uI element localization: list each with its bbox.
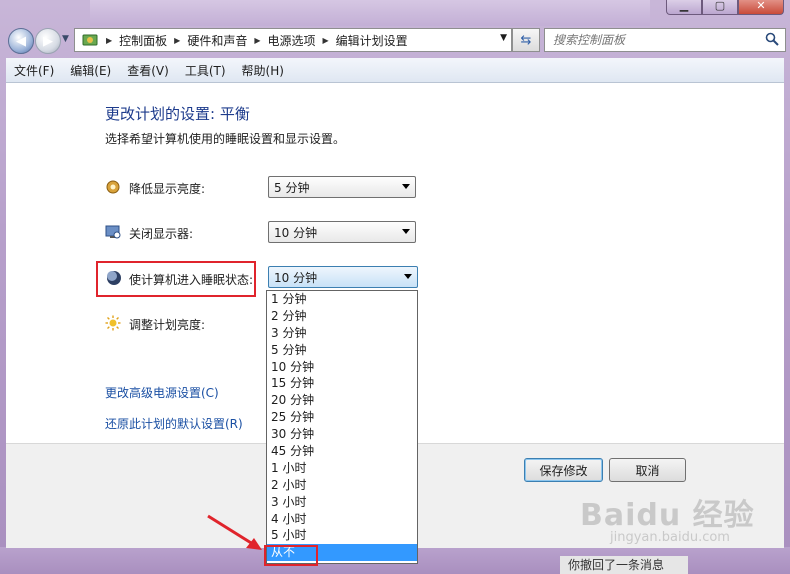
dropdown-option[interactable]: 2 小时: [267, 477, 417, 494]
dropdown-option[interactable]: 3 分钟: [267, 325, 417, 342]
sleep-value: 10 分钟: [274, 270, 318, 285]
chevron-down-icon: [402, 229, 410, 234]
breadcrumb-power-options[interactable]: 电源选项: [264, 32, 320, 49]
address-bar[interactable]: ▶ 控制面板 ▶ 硬件和声音 ▶ 电源选项 ▶ 编辑计划设置 ▼: [74, 28, 512, 52]
sleep-select[interactable]: 10 分钟: [268, 266, 418, 288]
menu-file[interactable]: 文件(F): [6, 62, 62, 79]
menu-bar: 文件(F) 编辑(E) 查看(V) 工具(T) 帮助(H): [6, 58, 784, 83]
cancel-button[interactable]: 取消: [609, 458, 686, 482]
minimize-button[interactable]: ▁: [666, 0, 702, 15]
dropdown-option[interactable]: 30 分钟: [267, 426, 417, 443]
turn-off-display-select[interactable]: 10 分钟: [268, 221, 416, 243]
chevron-down-icon: [402, 184, 410, 189]
chevron-down-icon: [404, 274, 412, 279]
dropdown-option[interactable]: 1 小时: [267, 460, 417, 477]
maximize-button[interactable]: ▢: [702, 0, 738, 15]
menu-view[interactable]: 查看(V): [119, 62, 177, 79]
dim-display-label: 降低显示亮度:: [129, 182, 206, 196]
turn-off-display-label: 关闭显示器:: [129, 227, 194, 241]
breadcrumb-control-panel[interactable]: 控制面板: [115, 32, 171, 49]
dropdown-option[interactable]: 5 小时: [267, 527, 417, 544]
caption-buttons: ▁ ▢ ✕: [666, 0, 784, 15]
back-arrow-icon: ◀: [16, 33, 26, 49]
search-box[interactable]: [544, 28, 786, 52]
dropdown-option[interactable]: 1 分钟: [267, 291, 417, 308]
dropdown-option[interactable]: 10 分钟: [267, 359, 417, 376]
watermark-logo: Baidu 经验: [580, 498, 755, 533]
sleep-label: 使计算机进入睡眠状态:: [129, 273, 254, 287]
recent-pages-dropdown[interactable]: ▼: [62, 34, 69, 44]
advanced-power-settings-link[interactable]: 更改高级电源设置(C): [105, 384, 219, 401]
restore-defaults-link[interactable]: 还原此计划的默认设置(R): [105, 415, 243, 432]
monitor-icon: [105, 225, 121, 239]
dim-display-value: 5 分钟: [274, 180, 310, 195]
page-title: 更改计划的设置: 平衡: [105, 105, 250, 123]
forward-button[interactable]: ▶: [35, 28, 61, 54]
turn-off-display-value: 10 分钟: [274, 225, 318, 240]
breadcrumb-separator[interactable]: ▶: [320, 36, 332, 45]
red-arrow-annotation: [207, 514, 262, 550]
control-panel-icon: [82, 34, 98, 46]
menu-help[interactable]: 帮助(H): [234, 62, 292, 79]
dropdown-option[interactable]: 15 分钟: [267, 375, 417, 392]
refresh-button[interactable]: ⇆: [512, 28, 540, 52]
refresh-icon: ⇆: [520, 32, 532, 48]
dropdown-option[interactable]: 25 分钟: [267, 409, 417, 426]
plan-brightness-label: 调整计划亮度:: [129, 318, 206, 332]
brightness-dim-icon: [106, 180, 120, 194]
menu-edit[interactable]: 编辑(E): [62, 62, 119, 79]
dim-display-select[interactable]: 5 分钟: [268, 176, 416, 198]
sun-icon: [105, 315, 121, 331]
save-changes-button[interactable]: 保存修改: [524, 458, 603, 482]
search-icon[interactable]: [765, 32, 779, 46]
search-input[interactable]: [551, 32, 761, 48]
close-button[interactable]: ✕: [738, 0, 784, 15]
dropdown-option[interactable]: 45 分钟: [267, 443, 417, 460]
page-description: 选择希望计算机使用的睡眠设置和显示设置。: [105, 132, 346, 146]
dropdown-option[interactable]: 5 分钟: [267, 342, 417, 359]
breadcrumb-edit-plan[interactable]: 编辑计划设置: [332, 32, 412, 49]
sleep-dropdown-list[interactable]: 1 分钟 2 分钟 3 分钟 5 分钟 10 分钟 15 分钟 20 分钟 25 分钟 30 分…: [266, 290, 418, 564]
breadcrumb-hardware-sound[interactable]: 硬件和声音: [183, 32, 251, 49]
breadcrumb-separator: ▶: [106, 35, 113, 45]
sleep-moon-icon: [107, 271, 121, 285]
address-history-dropdown[interactable]: ▼: [500, 33, 507, 43]
forward-arrow-icon: ▶: [43, 33, 53, 49]
back-button[interactable]: ◀: [8, 28, 34, 54]
dropdown-option[interactable]: 20 分钟: [267, 392, 417, 409]
breadcrumb-separator[interactable]: ▶: [251, 36, 263, 45]
dropdown-option[interactable]: 4 小时: [267, 511, 417, 528]
menu-tools[interactable]: 工具(T): [177, 62, 234, 79]
notification-toast: 你撤回了一条消息: [560, 556, 688, 574]
dropdown-option[interactable]: 2 分钟: [267, 308, 417, 325]
baidu-watermark: Baidu 经验 jingyan.baidu.com: [580, 490, 760, 560]
dropdown-option[interactable]: 3 小时: [267, 494, 417, 511]
never-highlight-annotation: [264, 545, 318, 566]
breadcrumb-separator[interactable]: ▶: [171, 36, 183, 45]
background-window-strip: [90, 0, 650, 26]
